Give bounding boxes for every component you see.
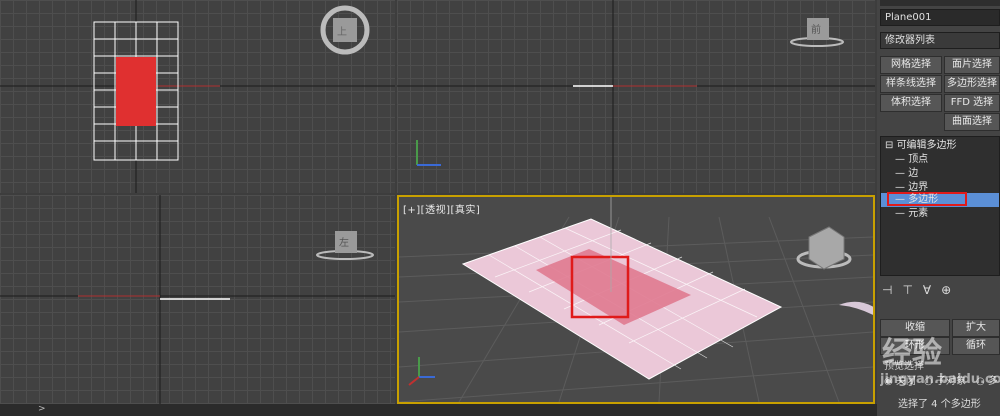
perspective-viewport[interactable]: [+][透视][真实] [397,195,875,404]
ffd-select-button[interactable]: FFD 选择 [944,94,1000,112]
poly-select-button[interactable]: 多边形选择 [944,75,1000,93]
stack-item-label: 顶点 [908,154,929,165]
loop-button[interactable]: 循环 [952,337,1000,355]
left-viewport-canvas [0,195,395,404]
selected-polygons[interactable] [116,57,156,126]
perspective-viewport-label[interactable]: [+][透视][真实] [403,201,480,216]
surface-select-button[interactable]: 曲面选择 [944,113,1000,131]
left-viewport[interactable]: 左 [0,195,395,404]
stack-root[interactable]: ⊟ 可编辑多边形 [885,139,1000,153]
viewcube-front-label: 前 [811,25,822,36]
front-viewport-canvas [397,0,875,193]
watermark-url: jingyan.baidu.com [880,372,1000,387]
watermark-text: 经验 [882,336,942,371]
front-viewport[interactable]: 前 [397,0,875,193]
mesh-select-button[interactable]: 网格选择 [880,56,942,74]
modifier-list-dropdown[interactable]: 修改器列表 [880,32,1000,49]
stack-item-edge[interactable]: — 边 [895,167,1000,181]
stack-toolbar[interactable]: ⊣⊤∀⊕ [882,283,1000,297]
stack-item-polygon-selected[interactable]: — 多边形 [881,192,999,207]
perspective-viewport-canvas [399,197,873,402]
selection-status-text: 选择了 4 个多边形 [898,399,981,410]
patch-select-button[interactable]: 面片选择 [944,56,1000,74]
make-unique-icon[interactable]: ∀ [923,283,941,297]
object-name-field[interactable]: Plane001 [880,9,1000,26]
stack-item-element[interactable]: — 元素 [895,207,1000,221]
modifier-stack[interactable]: ⊟ 可编辑多边形 — 顶点 — 边 — 边界 — 多边形 — 元素 [880,136,1000,276]
status-arrow-icon[interactable]: > [38,404,46,414]
stack-root-label: 可编辑多边形 [896,140,957,151]
spline-select-button[interactable]: 样条线选择 [880,75,942,93]
volume-select-button[interactable]: 体积选择 [880,94,942,112]
viewcube-top-label: 上 [337,27,348,38]
panel-tabs[interactable] [880,0,1000,6]
top-viewport[interactable]: 上 [0,0,395,193]
stack-item-vertex[interactable]: — 顶点 [895,153,1000,167]
grow-button[interactable]: 扩大 [952,319,1000,337]
stack-item-label: 多边形 [908,194,939,205]
show-result-icon[interactable]: ⊤ [902,283,922,297]
stack-item-label: 元素 [908,208,929,219]
top-viewport-canvas [0,0,395,193]
viewcube-left-label: 左 [339,238,350,249]
remove-modifier-icon[interactable]: ⊕ [941,283,961,297]
pin-stack-icon[interactable]: ⊣ [882,283,902,297]
stack-item-label: 边 [908,168,919,179]
status-bar: > [0,404,877,416]
